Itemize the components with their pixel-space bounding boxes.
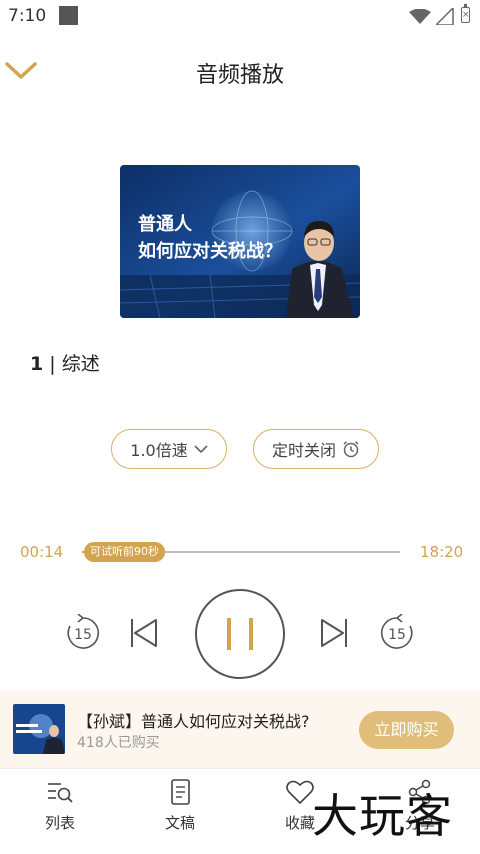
previous-track-button[interactable] [128, 617, 160, 649]
pause-button[interactable] [195, 589, 285, 679]
album-cover: 普通人 如何应对关税战？ [120, 165, 360, 318]
battery-icon: × [461, 4, 470, 23]
rewind-15-button[interactable]: 15 [62, 614, 104, 652]
next-track-button[interactable] [318, 617, 350, 649]
cellular-signal-icon [436, 8, 454, 25]
status-time: 7:10 [8, 6, 47, 26]
purchase-count: 418人已购买 [77, 735, 160, 751]
course-title[interactable]: 【孙斌】普通人如何应对关税战? [77, 708, 310, 732]
notification-icon [59, 6, 78, 25]
cover-headline-line1: 普通人 [138, 213, 193, 235]
status-bar: 7:10 × [0, 0, 480, 34]
sleep-timer-label: 定时关闭 [271, 441, 336, 460]
chevron-down-icon [194, 445, 208, 454]
nav-list-label: 列表 [44, 814, 75, 832]
total-time: 18:20 [420, 543, 464, 561]
nav-doc-label: 文稿 [164, 814, 195, 832]
list-search-icon [48, 783, 73, 803]
chapter-number: 1 [30, 353, 44, 375]
alarm-clock-icon [343, 441, 359, 458]
document-icon [171, 779, 190, 805]
forward-15-button[interactable]: 15 [376, 614, 418, 652]
playback-speed-label: 1.0倍速 [130, 441, 188, 460]
sleep-timer-button[interactable]: 定时关闭 [253, 429, 379, 469]
wifi-icon [409, 9, 431, 24]
forward-seconds: 15 [388, 627, 406, 643]
chapter-title: 1 | 综述 [30, 349, 100, 376]
buy-now-button[interactable]: 立即购买 [359, 711, 454, 749]
progress-thumb-trial-tip[interactable]: 可试听前90秒 [84, 542, 165, 562]
nav-list-button[interactable]: 列表 [20, 778, 100, 833]
heart-icon [286, 780, 314, 804]
playback-speed-button[interactable]: 1.0倍速 [111, 429, 227, 469]
page-title: 音频播放 [195, 63, 284, 88]
nav-doc-button[interactable]: 文稿 [140, 778, 220, 833]
course-thumbnail [13, 704, 65, 754]
chapter-name: 综述 [61, 353, 100, 375]
cover-headline-line2: 如何应对关税战？ [138, 240, 282, 262]
rewind-seconds: 15 [74, 627, 92, 643]
chapter-separator: | [43, 353, 62, 375]
pause-icon [227, 618, 253, 650]
watermark: 大玩客 [312, 789, 453, 843]
current-time: 00:14 [20, 543, 64, 561]
